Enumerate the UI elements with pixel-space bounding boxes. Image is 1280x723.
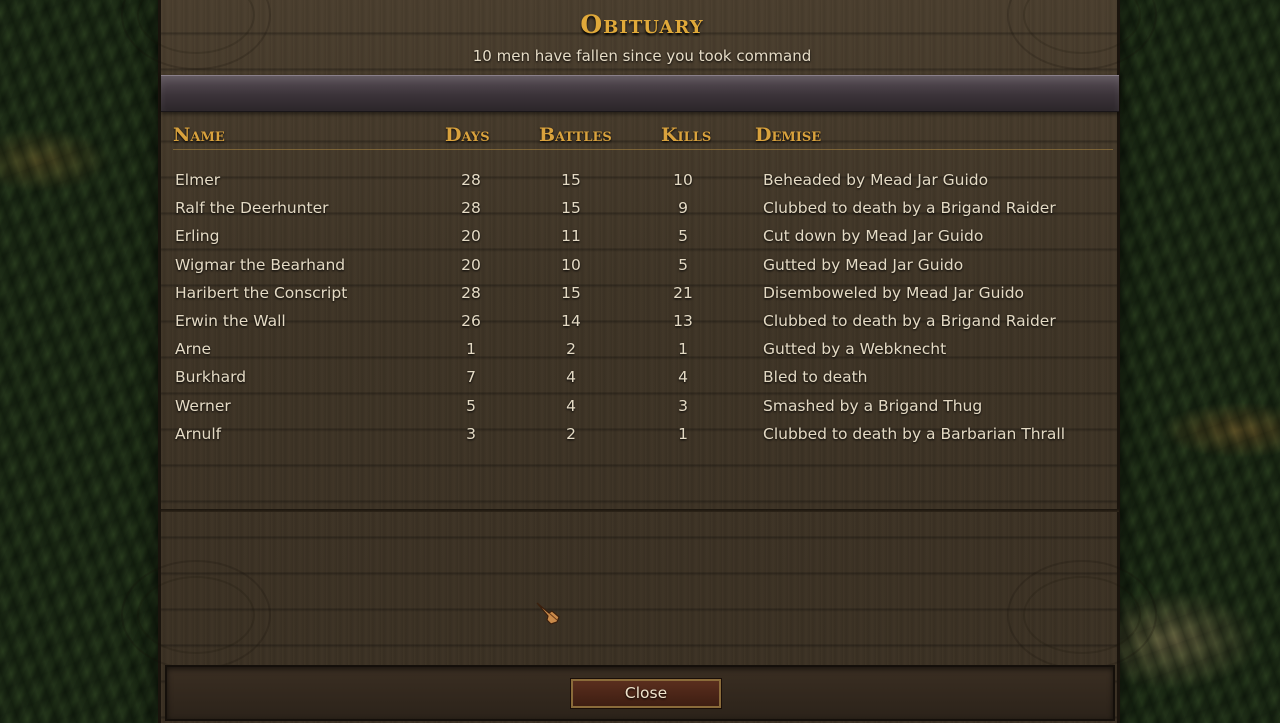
- cell-days: 28: [461, 283, 481, 302]
- cell-days: 7: [466, 368, 476, 387]
- cell-battles: 11: [561, 227, 581, 246]
- cell-kills: 21: [673, 283, 693, 302]
- cell-name: Wigmar the Bearhand: [175, 255, 346, 274]
- cell-name: Arne: [175, 340, 212, 359]
- cell-demise: Gutted by a Webknecht: [763, 340, 947, 359]
- corner-ornament: [121, 560, 271, 670]
- cell-kills: 5: [678, 255, 688, 274]
- cell-name: Werner: [175, 396, 231, 415]
- column-header-demise: Demise: [755, 124, 822, 146]
- cell-demise: Clubbed to death by a Barbarian Thrall: [763, 424, 1066, 443]
- cell-kills: 1: [678, 340, 688, 359]
- close-button[interactable]: Close: [570, 678, 722, 709]
- cell-kills: 5: [678, 227, 688, 246]
- cell-demise: Clubbed to death by a Brigand Raider: [763, 311, 1056, 330]
- obituary-dialog: Obituary 10 men have fallen since you to…: [121, 0, 1157, 723]
- table-row: Burkhard 7 4 4 Bled to death: [175, 363, 1115, 391]
- cell-days: 20: [461, 255, 481, 274]
- table-row: Arnulf 3 2 1 Clubbed to death by a Barba…: [175, 420, 1115, 448]
- table-row: Elmer 28 15 10 Beheaded by Mead Jar Guid…: [175, 166, 1115, 194]
- cell-days: 28: [461, 171, 481, 189]
- dialog-title: Obituary: [580, 10, 704, 39]
- cell-days: 26: [461, 311, 481, 330]
- dialog-subtitle: 10 men have fallen since you took comman…: [472, 47, 812, 65]
- cell-battles: 2: [566, 424, 576, 443]
- cell-days: 5: [466, 396, 476, 415]
- cell-kills: 1: [678, 424, 688, 443]
- cell-demise: Disemboweled by Mead Jar Guido: [763, 283, 1025, 302]
- cell-battles: 2: [566, 340, 576, 359]
- cell-demise: Bled to death: [763, 368, 868, 387]
- cell-battles: 14: [561, 311, 581, 330]
- gauntlet-cursor-icon: [536, 602, 560, 625]
- table-row: Arne 1 2 1 Gutted by a Webknecht: [175, 335, 1115, 363]
- cell-name: Ralf the Deerhunter: [175, 199, 329, 218]
- cell-name: Elmer: [175, 171, 221, 189]
- panel-divider: [161, 509, 1119, 512]
- cell-kills: 3: [678, 396, 688, 415]
- table-row: Werner 5 4 3 Smashed by a Brigand Thug: [175, 392, 1115, 420]
- table-row: Erwin the Wall 26 14 13 Clubbed to death…: [175, 307, 1115, 335]
- cell-battles: 15: [561, 171, 581, 189]
- cell-days: 3: [466, 424, 476, 443]
- cell-battles: 15: [561, 199, 581, 218]
- column-header-kills: Kills: [661, 124, 712, 146]
- table-row: Ralf the Deerhunter 28 15 9 Clubbed to d…: [175, 194, 1115, 222]
- cell-name: Erling: [175, 227, 220, 246]
- cell-name: Arnulf: [175, 424, 222, 443]
- table-row: Erling 20 11 5 Cut down by Mead Jar Guid…: [175, 222, 1115, 250]
- cell-name: Haribert the Conscript: [175, 283, 348, 302]
- corner-ornament: [1007, 560, 1157, 670]
- cell-days: 20: [461, 227, 481, 246]
- cell-days: 1: [466, 340, 476, 359]
- header-banner: [161, 75, 1119, 112]
- table-row: Wigmar the Bearhand 20 10 5 Gutted by Me…: [175, 251, 1115, 279]
- cell-battles: 4: [566, 396, 576, 415]
- cell-battles: 15: [561, 283, 581, 302]
- cell-battles: 4: [566, 368, 576, 387]
- cell-days: 28: [461, 199, 481, 218]
- cell-demise: Clubbed to death by a Brigand Raider: [763, 199, 1056, 218]
- column-header-battles: Battles: [539, 124, 612, 146]
- cell-name: Erwin the Wall: [175, 311, 286, 330]
- cell-kills: 10: [673, 171, 693, 189]
- table-row: Haribert the Conscript 28 15 21 Disembow…: [175, 279, 1115, 307]
- cell-battles: 10: [561, 255, 581, 274]
- cell-demise: Cut down by Mead Jar Guido: [763, 227, 984, 246]
- dialog-footer: Close: [165, 665, 1115, 721]
- fallen-list: Elmer 28 15 10 Beheaded by Mead Jar Guid…: [175, 166, 1115, 448]
- cell-kills: 4: [678, 368, 688, 387]
- cell-name: Burkhard: [175, 368, 247, 387]
- table-header: Name Days Battles Kills Demise: [173, 124, 1113, 150]
- cell-kills: 9: [678, 199, 688, 218]
- cell-kills: 13: [673, 311, 693, 330]
- column-header-name: Name: [173, 124, 225, 146]
- column-header-days: Days: [445, 124, 490, 146]
- cell-demise: Smashed by a Brigand Thug: [763, 396, 983, 415]
- cell-demise: Beheaded by Mead Jar Guido: [763, 171, 989, 189]
- cell-demise: Gutted by Mead Jar Guido: [763, 255, 964, 274]
